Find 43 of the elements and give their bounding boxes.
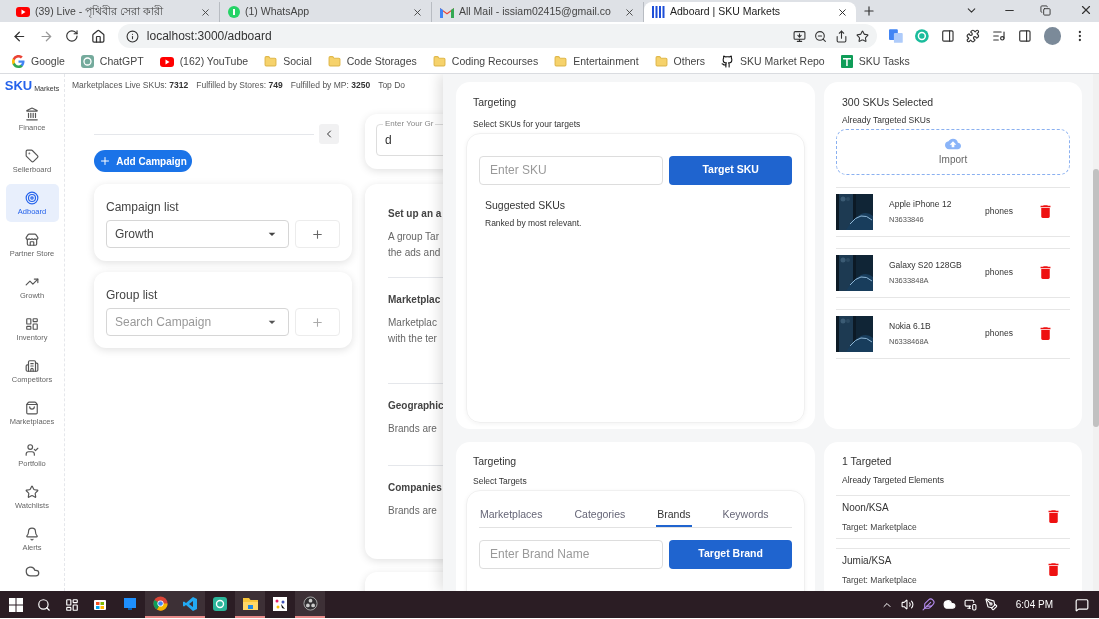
card-title: Group list — [106, 287, 159, 304]
section-text: Marketplac — [388, 316, 437, 330]
section-title: Marketplac — [388, 293, 441, 307]
stat-text: Fulfilled by MP: 3250 — [290, 78, 371, 92]
target-name: Noon/KSA — [842, 500, 890, 515]
product-name: Apple iPhone 12 — [889, 197, 953, 211]
tab-title: (39) Live - পৃথিবীর সেরা কারী — [35, 4, 165, 20]
card-subtitle: Already Targeted Elements — [841, 473, 945, 487]
section-text: Brands are — [388, 504, 437, 518]
section-subtitle: Ranked by most relevant. — [484, 217, 583, 230]
product-name: Nokia 6.1B — [889, 319, 932, 333]
tab-title: (1) WhatsApp — [245, 4, 311, 20]
section-title: Set up an a — [388, 207, 442, 221]
product-category: phones — [985, 266, 1014, 279]
card-title: Targeting — [472, 95, 518, 110]
stat-text: Top Do — [378, 78, 406, 92]
card-subtitle: Select SKUs for your targets — [472, 117, 582, 131]
card-title: 300 SKUs Selected — [841, 95, 935, 110]
tab-title: All Mail - issiam02415@gmail.co — [459, 4, 612, 20]
card-subtitle: Already Targeted SKUs — [841, 113, 932, 127]
product-name: Galaxy S20 128GB — [889, 258, 963, 272]
section-title: Companies — [388, 481, 442, 495]
card-subtitle: Select Targets — [472, 474, 528, 488]
section-title: Geographic — [388, 399, 444, 413]
stat-text: Fulfilled by Stores: 749 — [196, 78, 283, 92]
target-type: Target: Marketplace — [842, 520, 918, 534]
section-text: the ads and — [388, 246, 441, 260]
card-title: Campaign list — [106, 199, 180, 216]
section-title: Suggested SKUs — [484, 197, 566, 213]
product-category: phones — [985, 205, 1014, 218]
logo-text: SKU — [4, 79, 33, 92]
product-category: phones — [985, 327, 1014, 340]
target-name: Jumia/KSA — [842, 553, 893, 568]
tab-title: Adboard | SKU Markets — [670, 4, 782, 20]
card-title: Targeting — [472, 454, 518, 469]
card-title: 1 Targeted — [841, 454, 893, 469]
clock-text: 6:04 PM — [1015, 598, 1053, 612]
section-text: A group Tar — [388, 230, 439, 244]
section-text: with the ter — [388, 332, 437, 346]
stat-text: Marketplaces Live SKUs: 7312 — [72, 78, 189, 92]
section-text: Brands are — [388, 422, 437, 436]
url-text: localhost:3000/adboard — [146, 28, 273, 45]
target-type: Target: Marketplace — [842, 573, 918, 587]
